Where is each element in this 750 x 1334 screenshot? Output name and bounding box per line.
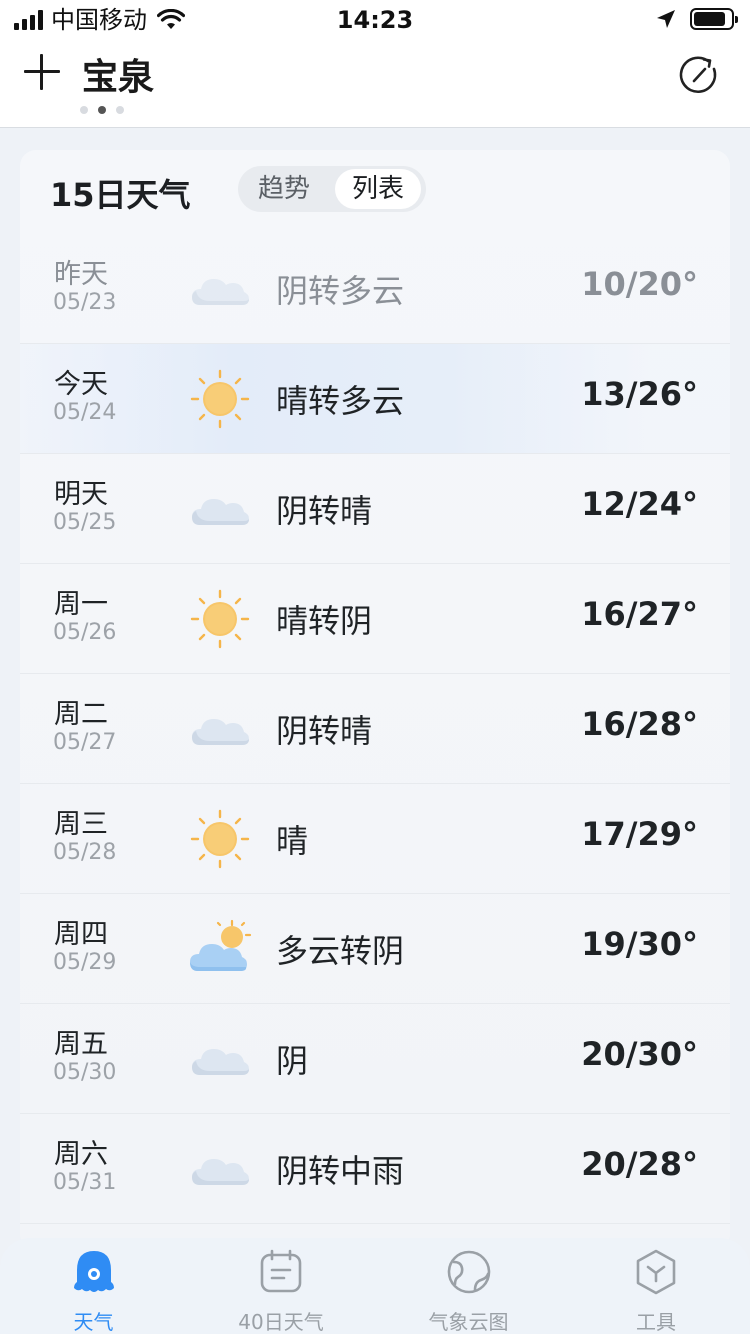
tab-globe[interactable]: 气象云图 <box>375 1248 562 1334</box>
weather-tab-icon <box>73 1251 114 1292</box>
row-day-label: 周四 <box>54 919 108 950</box>
row-date: 05/25 <box>53 510 117 535</box>
forecast-card: 15日天气 趋势 列表 昨天 05/23 阴转多云 10/20° 今天 05/24 晴转… <box>20 150 730 1250</box>
tab-label: 气象云图 <box>428 1310 509 1334</box>
row-temperature: 16/27° <box>581 595 698 633</box>
battery-level <box>694 12 725 26</box>
row-weather-desc: 晴转阴 <box>276 602 373 640</box>
row-temperature: 17/29° <box>581 815 698 853</box>
row-date: 05/24 <box>53 400 117 425</box>
row-temperature: 19/30° <box>581 925 698 963</box>
row-temperature: 12/24° <box>581 485 698 523</box>
row-day-label: 昨天 <box>54 259 108 290</box>
overcast-icon <box>192 279 249 305</box>
forecast-row[interactable]: 昨天 05/23 阴转多云 10/20° <box>20 234 730 344</box>
tab-trend[interactable]: 趋势 <box>241 169 327 209</box>
page-indicator <box>80 106 124 114</box>
overcast-icon <box>192 719 249 745</box>
tools-tab-icon <box>636 1249 676 1295</box>
calendar-tab-icon <box>260 1249 302 1293</box>
row-date: 05/30 <box>53 1060 117 1085</box>
row-temperature: 10/20° <box>581 265 698 303</box>
status-right <box>656 8 738 30</box>
tab-list[interactable]: 列表 <box>335 169 421 209</box>
row-day-label: 周五 <box>54 1029 108 1060</box>
overcast-icon <box>192 1049 249 1075</box>
row-weather-desc: 阴 <box>276 1042 309 1080</box>
tab-label: 天气 <box>73 1310 114 1334</box>
row-day-label: 周三 <box>54 809 108 840</box>
partly-cloudy-icon <box>190 919 252 971</box>
forecast-row[interactable]: 周三 05/28 晴 17/29° <box>20 784 730 894</box>
forecast-title: 15日天气 <box>50 176 191 214</box>
tab-weather[interactable]: 天气 <box>0 1248 187 1334</box>
forecast-row[interactable]: 今天 05/24 晴转多云 13/26° <box>20 344 730 454</box>
forecast-row[interactable]: 周四 05/29 多云转阴 19/30° <box>20 894 730 1004</box>
refresh-icon[interactable] <box>678 54 720 96</box>
sunny-icon <box>190 369 250 429</box>
sunny-icon <box>190 809 250 869</box>
tab-label: 40日天气 <box>238 1310 324 1334</box>
view-toggle: 趋势 列表 <box>238 166 426 212</box>
bottom-tab-bar: 天气 40日天气 气象云图 工具 <box>0 1238 750 1334</box>
battery-icon <box>690 8 738 30</box>
location-arrow-icon <box>657 10 675 28</box>
page-dot <box>116 106 124 114</box>
tab-label: 工具 <box>636 1310 676 1334</box>
app-header: 宝泉 <box>0 40 750 128</box>
row-date: 05/28 <box>53 840 117 865</box>
row-weather-desc: 阴转多云 <box>276 272 405 310</box>
row-day-label: 周一 <box>54 589 108 620</box>
page-dot <box>80 106 88 114</box>
row-weather-desc: 阴转晴 <box>276 712 373 750</box>
tab-tools[interactable]: 工具 <box>563 1248 750 1334</box>
forecast-list: 昨天 05/23 阴转多云 10/20° 今天 05/24 晴转多云 13/26° 明天 05… <box>20 234 730 1224</box>
status-bar: 中国移动 14:23 <box>0 0 750 40</box>
row-date: 05/31 <box>53 1170 117 1195</box>
tab-calendar[interactable]: 40日天气 <box>188 1248 375 1334</box>
status-time: 14:23 <box>336 6 414 34</box>
forecast-row[interactable]: 周六 05/31 阴转中雨 20/28° <box>20 1114 730 1224</box>
row-temperature: 20/28° <box>581 1145 698 1183</box>
sunny-icon <box>190 589 250 649</box>
globe-tab-icon <box>447 1250 490 1294</box>
row-temperature: 16/28° <box>581 705 698 743</box>
row-temperature: 20/30° <box>581 1035 698 1073</box>
city-name: 宝泉 <box>82 57 155 98</box>
forecast-row[interactable]: 周一 05/26 晴转阴 16/27° <box>20 564 730 674</box>
row-day-label: 明天 <box>54 479 108 510</box>
row-date: 05/26 <box>53 620 117 645</box>
row-date: 05/29 <box>53 950 117 975</box>
row-temperature: 13/26° <box>581 375 698 413</box>
row-weather-desc: 阴转中雨 <box>276 1152 405 1190</box>
page-dot <box>98 106 106 114</box>
row-weather-desc: 多云转阴 <box>276 932 405 970</box>
row-date: 05/23 <box>53 290 117 315</box>
row-weather-desc: 阴转晴 <box>276 492 373 530</box>
row-weather-desc: 晴转多云 <box>276 382 405 420</box>
overcast-icon <box>192 1159 249 1185</box>
overcast-icon <box>192 499 249 525</box>
row-day-label: 今天 <box>54 369 108 400</box>
forecast-row[interactable]: 周二 05/27 阴转晴 16/28° <box>20 674 730 784</box>
forecast-row[interactable]: 周五 05/30 阴 20/30° <box>20 1004 730 1114</box>
row-weather-desc: 晴 <box>276 822 309 860</box>
row-date: 05/27 <box>53 730 117 755</box>
row-day-label: 周二 <box>54 699 108 730</box>
row-day-label: 周六 <box>54 1139 108 1170</box>
forecast-row[interactable]: 明天 05/25 阴转晴 12/24° <box>20 454 730 564</box>
add-city-icon[interactable] <box>24 54 60 90</box>
